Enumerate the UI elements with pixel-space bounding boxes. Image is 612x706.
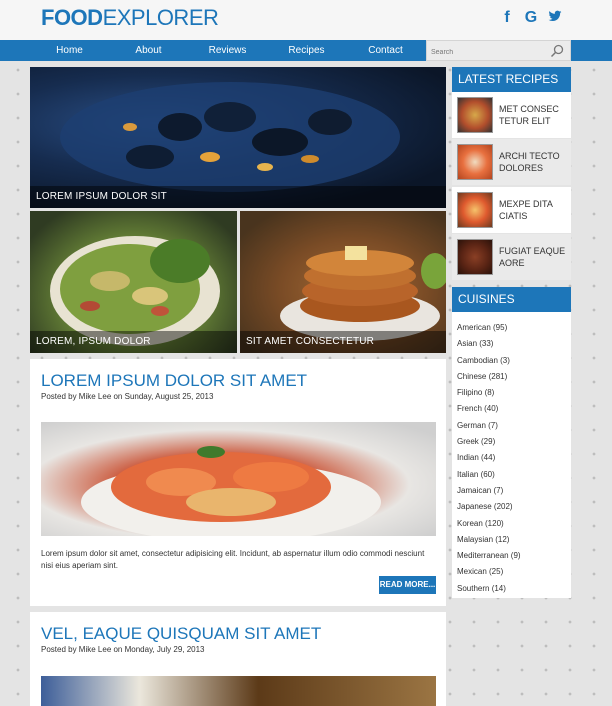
cuisine-link[interactable]: German (7) (457, 418, 571, 434)
logo-light-text: EXPLORER (102, 5, 219, 30)
nav-item-reviews[interactable]: Reviews (188, 40, 267, 61)
recipe-title: FUGIAT EAQUE AORE (499, 246, 566, 268)
ramen-photo (41, 676, 436, 706)
cuisine-link[interactable]: Mexican (25) (457, 564, 571, 580)
social-links: f G (500, 9, 562, 27)
recipe-thumbnail (457, 97, 493, 133)
featured-caption: SIT AMET CONSECTETUR (240, 331, 446, 353)
nav-item-home[interactable]: Home (30, 40, 109, 61)
search-box (426, 40, 571, 62)
facebook-icon[interactable]: f (500, 9, 514, 27)
recipe-item[interactable]: ARCHI TECTO DOLORES (452, 139, 571, 185)
cuisine-link[interactable]: Korean (120) (457, 516, 571, 532)
post-meta: Posted by Mike Lee on Monday, July 29, 2… (41, 645, 205, 654)
post-title[interactable]: LOREM IPSUM DOLOR SIT AMET (41, 371, 307, 391)
featured-tile-pancakes[interactable]: SIT AMET CONSECTETUR (240, 211, 446, 353)
cuisine-link[interactable]: Mediterranean (9) (457, 548, 571, 564)
post-title[interactable]: VEL, EAQUE QUISQUAM SIT AMET (41, 624, 321, 644)
nav-item-about[interactable]: About (109, 40, 188, 61)
cuisine-list: American (95) Asian (33) Cambodian (3) C… (452, 312, 571, 597)
featured-caption: LOREM, IPSUM DOLOR (30, 331, 237, 353)
recipe-title: MET CONSEC TETUR ELIT (499, 104, 559, 126)
cuisine-link[interactable]: Japanese (202) (457, 499, 571, 515)
site-header: FOODEXPLORER f G (0, 0, 612, 40)
cuisine-link[interactable]: Malaysian (12) (457, 532, 571, 548)
featured-caption: LOREM IPSUM DOLOR SIT (30, 186, 446, 208)
recipe-thumbnail (457, 144, 493, 180)
search-icon[interactable] (550, 44, 564, 58)
cuisine-link[interactable]: Southern (14) (457, 581, 571, 597)
blog-post: VEL, EAQUE QUISQUAM SIT AMET Posted by M… (30, 612, 446, 706)
recipe-item[interactable]: MET CONSEC TETUR ELIT (452, 92, 571, 138)
site-logo[interactable]: FOODEXPLORER (41, 5, 219, 30)
cuisine-link[interactable]: Chinese (281) (457, 369, 571, 385)
post-meta: Posted by Mike Lee on Sunday, August 25,… (41, 392, 214, 401)
recipe-title: ARCHI TECTO DOLORES (499, 151, 560, 173)
search-input[interactable] (427, 43, 547, 62)
logo-bold-text: FOOD (41, 5, 103, 30)
cuisine-link[interactable]: French (40) (457, 401, 571, 417)
nav-item-recipes[interactable]: Recipes (267, 40, 346, 61)
cuisines-panel: American (95) Asian (33) Cambodian (3) C… (452, 312, 571, 598)
recipe-thumbnail (457, 239, 493, 275)
featured-tile-mussels[interactable]: LOREM IPSUM DOLOR SIT (30, 67, 446, 208)
recipe-thumbnail (457, 192, 493, 228)
latest-recipes-heading: LATEST RECIPES (452, 67, 571, 92)
cuisines-heading: CUISINES (452, 287, 571, 312)
twitter-icon[interactable] (548, 9, 562, 27)
google-icon[interactable]: G (524, 9, 538, 27)
cuisine-link[interactable]: Jamaican (7) (457, 483, 571, 499)
shrimp-pasta-photo (41, 422, 436, 542)
read-more-button[interactable]: READ MORE... (379, 576, 436, 594)
post-excerpt: Lorem ipsum dolor sit amet, consectetur … (41, 549, 425, 570)
cuisine-link[interactable]: Indian (44) (457, 450, 571, 466)
recipe-item[interactable]: MEXPE DITA CIATIS (452, 187, 571, 233)
nav-item-contact[interactable]: Contact (346, 40, 425, 61)
cuisine-link[interactable]: American (95) (457, 320, 571, 336)
cuisine-link[interactable]: Italian (60) (457, 467, 571, 483)
cuisine-link[interactable]: Cambodian (3) (457, 353, 571, 369)
featured-tile-salad[interactable]: LOREM, IPSUM DOLOR (30, 211, 237, 353)
cuisine-link[interactable]: Filipino (8) (457, 385, 571, 401)
recipe-title: MEXPE DITA CIATIS (499, 199, 553, 221)
blog-post: LOREM IPSUM DOLOR SIT AMET Posted by Mik… (30, 359, 446, 606)
cuisine-link[interactable]: Asian (33) (457, 336, 571, 352)
cuisine-link[interactable]: Greek (29) (457, 434, 571, 450)
recipe-item[interactable]: FUGIAT EAQUE AORE (452, 234, 571, 280)
nav-items: Home About Reviews Recipes Contact (30, 40, 426, 61)
